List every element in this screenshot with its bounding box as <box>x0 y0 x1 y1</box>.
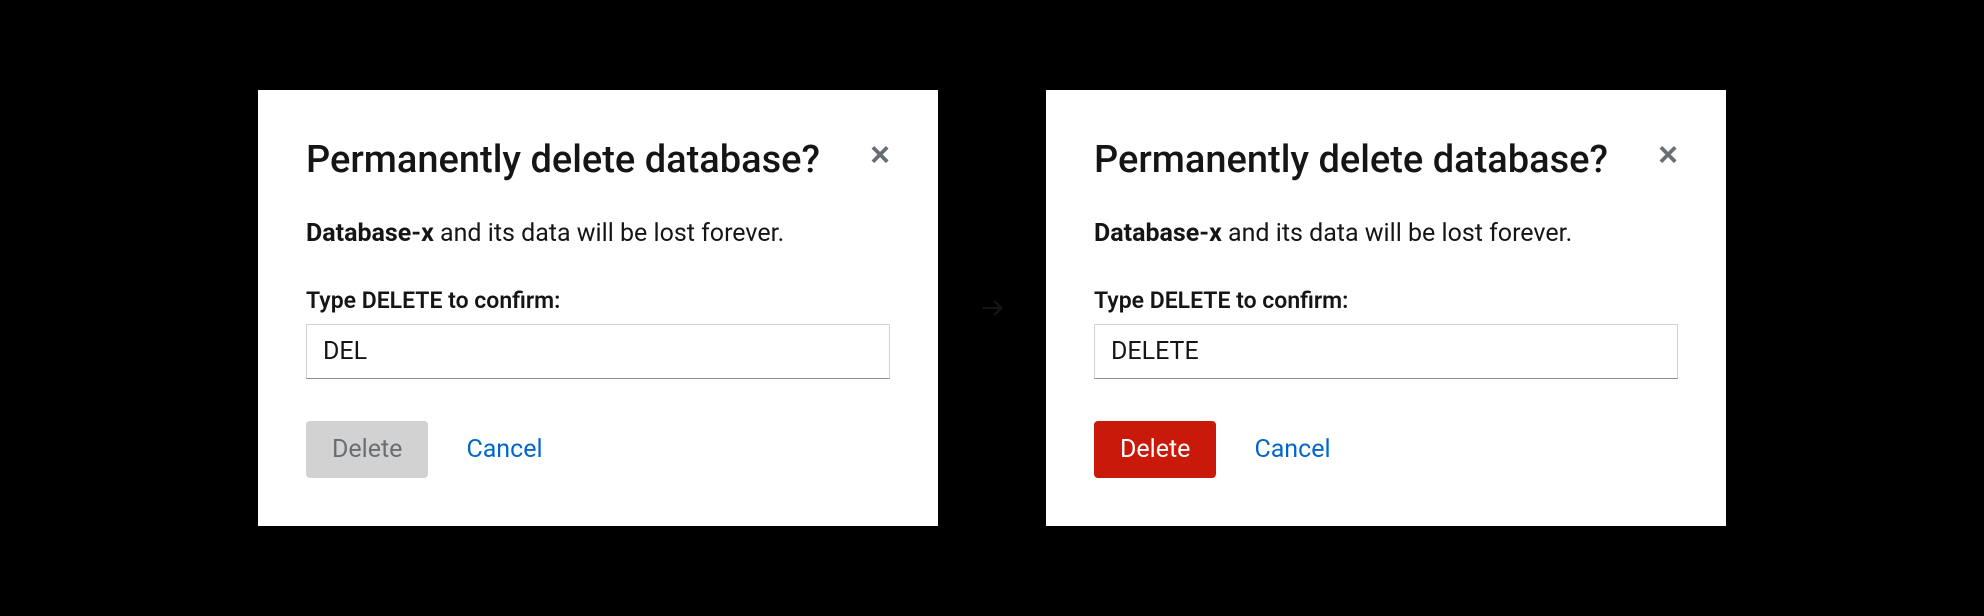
cancel-button[interactable]: Cancel <box>456 421 552 478</box>
cancel-button[interactable]: Cancel <box>1244 421 1340 478</box>
close-button[interactable]: × <box>1658 138 1678 172</box>
confirm-input[interactable] <box>1094 324 1678 379</box>
database-name: Database-x <box>1094 219 1222 248</box>
modal-footer: Delete Cancel <box>1094 421 1678 478</box>
delete-database-modal-disabled: Permanently delete database? × Database-… <box>258 90 938 526</box>
modal-title: Permanently delete database? <box>1094 138 1608 184</box>
confirm-input[interactable] <box>306 324 890 379</box>
close-icon: × <box>870 136 890 174</box>
database-name: Database-x <box>306 219 434 248</box>
confirm-input-label: Type DELETE to confirm: <box>306 287 890 314</box>
body-text: and its data will be lost forever. <box>434 219 784 248</box>
delete-button[interactable]: Delete <box>306 421 428 478</box>
confirm-input-label: Type DELETE to confirm: <box>1094 287 1678 314</box>
delete-button[interactable]: Delete <box>1094 421 1216 478</box>
body-text: and its data will be lost forever. <box>1222 219 1572 248</box>
modal-header: Permanently delete database? × <box>1094 138 1678 184</box>
modal-body: Database-x and its data will be lost for… <box>1094 216 1678 251</box>
modal-header: Permanently delete database? × <box>306 138 890 184</box>
modal-title: Permanently delete database? <box>306 138 820 184</box>
delete-database-modal-enabled: Permanently delete database? × Database-… <box>1046 90 1726 526</box>
close-button[interactable]: × <box>870 138 890 172</box>
modal-body: Database-x and its data will be lost for… <box>306 216 890 251</box>
close-icon: × <box>1658 136 1678 174</box>
arrow-right-icon <box>978 294 1006 322</box>
modal-footer: Delete Cancel <box>306 421 890 478</box>
